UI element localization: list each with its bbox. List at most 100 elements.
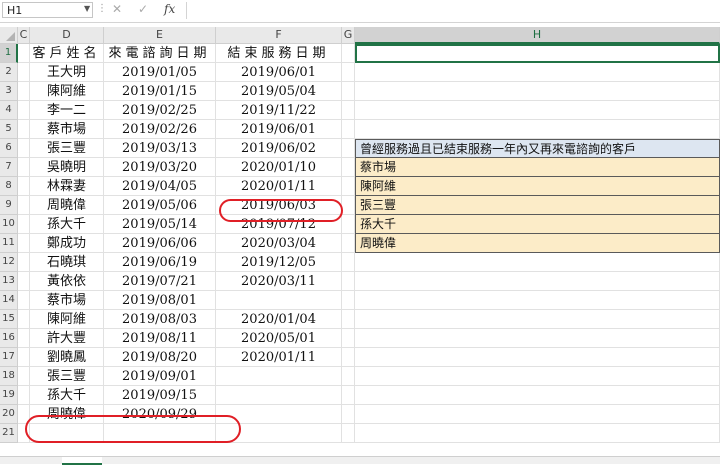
result-title[interactable]: 曾經服務過且已結束服務一年內又再來電諮詢的客戶 (355, 139, 720, 158)
empty-cell[interactable] (355, 424, 720, 443)
empty-cell[interactable] (342, 158, 355, 177)
cell-call-date[interactable]: 2019/01/15 (104, 82, 216, 101)
formula-input[interactable] (186, 2, 720, 19)
cell-call-date[interactable]: 2019/03/13 (104, 139, 216, 158)
empty-cell[interactable] (18, 272, 30, 291)
result-item[interactable]: 孫大千 (355, 215, 720, 234)
empty-cell[interactable] (342, 272, 355, 291)
cell-customer-name[interactable]: 張三豐 (30, 139, 104, 158)
result-item[interactable]: 周曉偉 (355, 234, 720, 253)
cell-end-date[interactable]: 2019/06/01 (216, 63, 342, 82)
sheet-tab-active[interactable] (62, 457, 102, 465)
cell-end-date[interactable]: 2019/11/22 (216, 101, 342, 120)
cell-call-date[interactable]: 2019/08/11 (104, 329, 216, 348)
empty-cell[interactable] (18, 386, 30, 405)
empty-cell[interactable] (342, 424, 355, 443)
empty-cell[interactable] (355, 367, 720, 386)
empty-cell[interactable] (18, 158, 30, 177)
empty-cell[interactable] (355, 291, 720, 310)
empty-cell[interactable] (18, 82, 30, 101)
row-header-5[interactable]: 5 (0, 120, 18, 139)
empty-cell[interactable] (342, 215, 355, 234)
cell-customer-name[interactable]: 石曉琪 (30, 253, 104, 272)
empty-cell[interactable] (18, 291, 30, 310)
empty-cell[interactable] (18, 234, 30, 253)
row-header-2[interactable]: 2 (0, 63, 18, 82)
column-header-f[interactable]: F (216, 27, 342, 44)
cell-customer-name[interactable]: 李一二 (30, 101, 104, 120)
empty-cell[interactable] (18, 177, 30, 196)
empty-cell[interactable] (18, 139, 30, 158)
cell-customer-name[interactable]: 劉曉鳳 (30, 348, 104, 367)
cell-customer-name[interactable]: 張三豐 (30, 367, 104, 386)
cell-end-date[interactable]: 2020/01/11 (216, 177, 342, 196)
column-header-d[interactable]: D (30, 27, 104, 44)
cell-call-date[interactable]: 2019/02/26 (104, 120, 216, 139)
cell-customer-name[interactable]: 鄭成功 (30, 234, 104, 253)
row-header-1[interactable]: 1 (0, 44, 18, 63)
empty-cell[interactable] (342, 101, 355, 120)
cell-customer-name[interactable]: 黃依依 (30, 272, 104, 291)
cell-call-date[interactable]: 2019/09/15 (104, 386, 216, 405)
cell-end-date[interactable]: 2020/01/11 (216, 348, 342, 367)
cell-customer-name[interactable]: 吳曉明 (30, 158, 104, 177)
empty-cell[interactable] (18, 196, 30, 215)
cell-customer-name[interactable]: 孫大千 (30, 215, 104, 234)
selected-cell-h1[interactable] (355, 44, 720, 63)
row-header-13[interactable]: 13 (0, 272, 18, 291)
row-header-18[interactable]: 18 (0, 367, 18, 386)
cell-call-date[interactable]: 2019/04/05 (104, 177, 216, 196)
empty-cell[interactable] (355, 348, 720, 367)
cell-end-date[interactable] (216, 386, 342, 405)
cell-customer-name[interactable]: 蔡市場 (30, 120, 104, 139)
cell-end-date[interactable] (216, 291, 342, 310)
cell-customer-name[interactable]: 林霖妻 (30, 177, 104, 196)
empty-cell[interactable] (342, 329, 355, 348)
insert-function-button[interactable]: fx (164, 2, 175, 16)
empty-cell[interactable] (355, 310, 720, 329)
empty-cell[interactable] (18, 101, 30, 120)
empty-cell[interactable] (342, 253, 355, 272)
enter-icon[interactable]: ✓ (138, 2, 148, 16)
empty-cell[interactable] (355, 63, 720, 82)
empty-cell[interactable] (342, 348, 355, 367)
row-header-21[interactable]: 21 (0, 424, 18, 443)
result-item[interactable]: 蔡市場 (355, 158, 720, 177)
cancel-icon[interactable]: ✕ (112, 2, 122, 16)
empty-cell[interactable] (342, 139, 355, 158)
cell-call-date[interactable]: 2019/07/21 (104, 272, 216, 291)
empty-cell[interactable] (18, 367, 30, 386)
cell-end-date[interactable]: 2020/01/04 (216, 310, 342, 329)
row-header-17[interactable]: 17 (0, 348, 18, 367)
cell-call-date[interactable]: 2019/05/06 (104, 196, 216, 215)
empty-cell[interactable] (18, 215, 30, 234)
cell-customer-name[interactable]: 許大豐 (30, 329, 104, 348)
empty-cell[interactable] (342, 82, 355, 101)
empty-cell[interactable] (18, 329, 30, 348)
empty-cell[interactable] (342, 177, 355, 196)
empty-cell[interactable] (355, 120, 720, 139)
header-call-date[interactable]: 來電諮詢日期 (104, 44, 216, 63)
empty-cell[interactable] (18, 253, 30, 272)
row-header-10[interactable]: 10 (0, 215, 18, 234)
cell-end-date[interactable]: 2020/03/11 (216, 272, 342, 291)
cell-customer-name[interactable]: 王大明 (30, 63, 104, 82)
empty-cell[interactable] (342, 367, 355, 386)
result-item[interactable]: 張三豐 (355, 196, 720, 215)
drag-handle-icon[interactable]: ⋮ (97, 3, 107, 14)
column-header-c[interactable]: C (18, 27, 30, 44)
row-header-4[interactable]: 4 (0, 101, 18, 120)
cell-end-date[interactable]: 2020/03/04 (216, 234, 342, 253)
cell-end-date[interactable]: 2020/01/10 (216, 158, 342, 177)
empty-cell[interactable] (18, 63, 30, 82)
cell-call-date[interactable]: 2019/06/19 (104, 253, 216, 272)
cell-call-date[interactable]: 2019/08/03 (104, 310, 216, 329)
column-header-h[interactable]: H (355, 27, 720, 44)
cell-end-date[interactable]: 2020/05/01 (216, 329, 342, 348)
row-header-11[interactable]: 11 (0, 234, 18, 253)
empty-cell[interactable] (342, 405, 355, 424)
empty-cell[interactable] (342, 196, 355, 215)
cell-end-date[interactable]: 2019/05/04 (216, 82, 342, 101)
empty-cell[interactable] (355, 329, 720, 348)
empty-cell[interactable] (342, 234, 355, 253)
